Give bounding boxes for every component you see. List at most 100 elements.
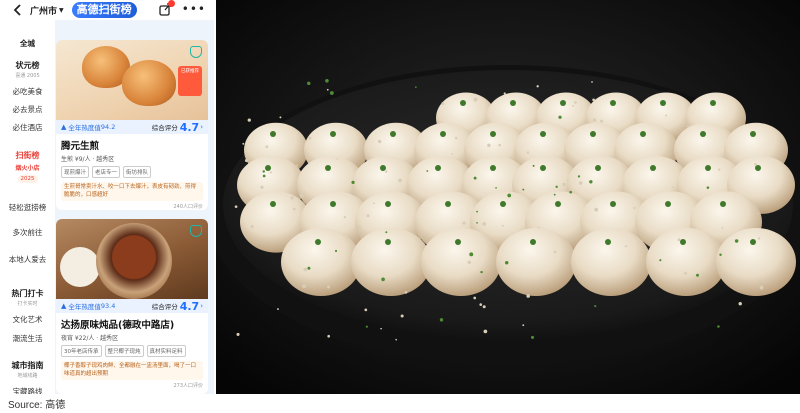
sesame-speck [522,188,525,191]
notification-badge [167,0,175,7]
sesame-speck [738,302,742,306]
sesame-speck [400,314,404,318]
shengjian-photo: 已获推荐 [56,40,208,120]
promo-badge: 已获推荐 [178,66,202,96]
sidebar-item-easy-stroll[interactable]: 轻松逛捞榜 [0,202,55,213]
scallion-garnish [605,239,611,245]
sesame-speck [244,159,249,163]
heat-score-row: ▲ 全年热度值 94.2 综合评分 4.7 › [56,120,208,134]
sesame-speck [553,193,556,196]
heat-label: 全年热度值 [68,303,101,311]
scallion-garnish [325,165,331,171]
review-quote: 生煎哥常卖汁水、咬一口下去爆汁，表皮有韧劲、煎得脆脆的，口感超好 [61,182,203,201]
share-icon[interactable] [158,0,175,16]
sesame-speck [594,305,597,308]
restaurant-card[interactable]: 已获推荐 ▲ 全年热度值 94.2 综合评分 4.7 › 腾元生煎 生煎 ¥9/… [56,40,208,210]
sidebar-item-revisit[interactable]: 多次前往 [0,227,55,238]
scallion-garnish [270,201,276,207]
scallion-garnish [330,131,336,137]
restaurant-card[interactable]: ▲ 全年热度值 93.4 综合评分 4.7 › 达扬原味炖品(德政中路店) 夜宵… [56,219,208,394]
shield-icon [190,225,202,237]
sesame-speck [624,245,628,248]
sesame-speck [562,182,566,187]
sesame-speck [398,178,402,183]
sesame-speck [366,214,370,218]
sesame-speck [536,85,539,88]
sesame-speck [501,224,504,227]
sesame-speck [422,243,425,245]
scallion-garnish [700,131,706,137]
scallion-garnish [500,201,506,207]
sidebar-item-zhuangyuan[interactable]: 状元榜 喜通 2005 [0,60,55,79]
soup-photo [56,219,208,299]
soup-pot-image [96,223,172,299]
sidebar-item-checkin[interactable]: 热门打卡 打卡实时 [0,288,55,307]
scallion-garnish [265,165,271,171]
sesame-speck [476,222,478,224]
sesame-speck [696,273,699,277]
sesame-speck [592,98,596,102]
sidebar-item-routes[interactable]: 宝藏路线 [0,386,55,394]
chevron-right-icon: › [200,123,203,131]
sidebar-item-sights[interactable]: 必去景点 [0,104,55,115]
sidebar-item-saojie[interactable]: 扫街榜 烟火小店 2025 [0,150,55,183]
flame-icon: ▲ [61,123,67,131]
sesame-speck [473,296,477,300]
sidebar-item-culture[interactable]: 文化艺术 [0,314,55,325]
tag: 现煎爆汁 [61,166,90,178]
sidebar-item-locals[interactable]: 本地人爱去 [0,254,55,265]
sesame-speck [498,143,502,147]
scallion-garnish [540,165,546,171]
sesame-speck [242,142,245,145]
sesame-speck [507,193,512,198]
scallion-garnish [665,201,671,207]
sidebar-item-trend[interactable]: 潮流生活 [0,333,55,344]
sesame-speck [759,285,764,290]
sesame-speck [454,136,458,140]
sesame-speck [721,226,724,229]
more-icon[interactable]: ••• [182,3,206,15]
sesame-speck [569,190,573,194]
rating-score: 4.7 [179,120,200,134]
sesame-speck [451,152,454,155]
back-icon[interactable] [10,3,24,17]
sesame-speck [469,252,474,257]
scallion-garnish [610,201,616,207]
dumpling [646,228,726,296]
scallion-garnish [680,239,686,245]
sesame-speck [303,267,308,272]
sesame-speck [659,259,662,262]
sesame-speck [262,174,266,178]
city-label: 广州市 [30,6,58,17]
scallion-garnish [705,165,711,171]
sesame-speck [395,338,398,341]
city-selector[interactable]: 广州市 ▼ [30,4,64,17]
sesame-speck [594,207,599,212]
sesame-speck [757,237,761,240]
sesame-speck [482,221,487,226]
heat-label: 全年热度值 [68,124,101,132]
bun-image [122,60,176,106]
sesame-speck [558,115,562,119]
scallion-garnish [560,100,566,106]
sesame-speck [483,329,488,334]
dumpling [716,228,796,296]
sidebar-scope[interactable]: 全城 [0,38,55,49]
sesame-speck [526,151,530,154]
sesame-speck [577,175,581,178]
sesame-speck [591,81,593,83]
pan-illustration [208,0,800,394]
sesame-speck [734,239,739,243]
scallion-garnish [380,165,386,171]
sidebar-item-city-guide[interactable]: 城市指南 地域线路 [0,360,55,379]
sesame-speck [260,185,264,189]
sidebar-item-hotels[interactable]: 必住酒店 [0,122,55,133]
sesame-speck [482,305,486,309]
scallion-garnish [510,100,516,106]
sesame-speck [385,170,388,173]
sidebar-item-food[interactable]: 必吃美食 [0,86,55,97]
sesame-speck [327,285,330,289]
sesame-speck [462,221,466,225]
chevron-down-icon: ▼ [59,6,64,14]
sesame-speck [326,88,329,91]
